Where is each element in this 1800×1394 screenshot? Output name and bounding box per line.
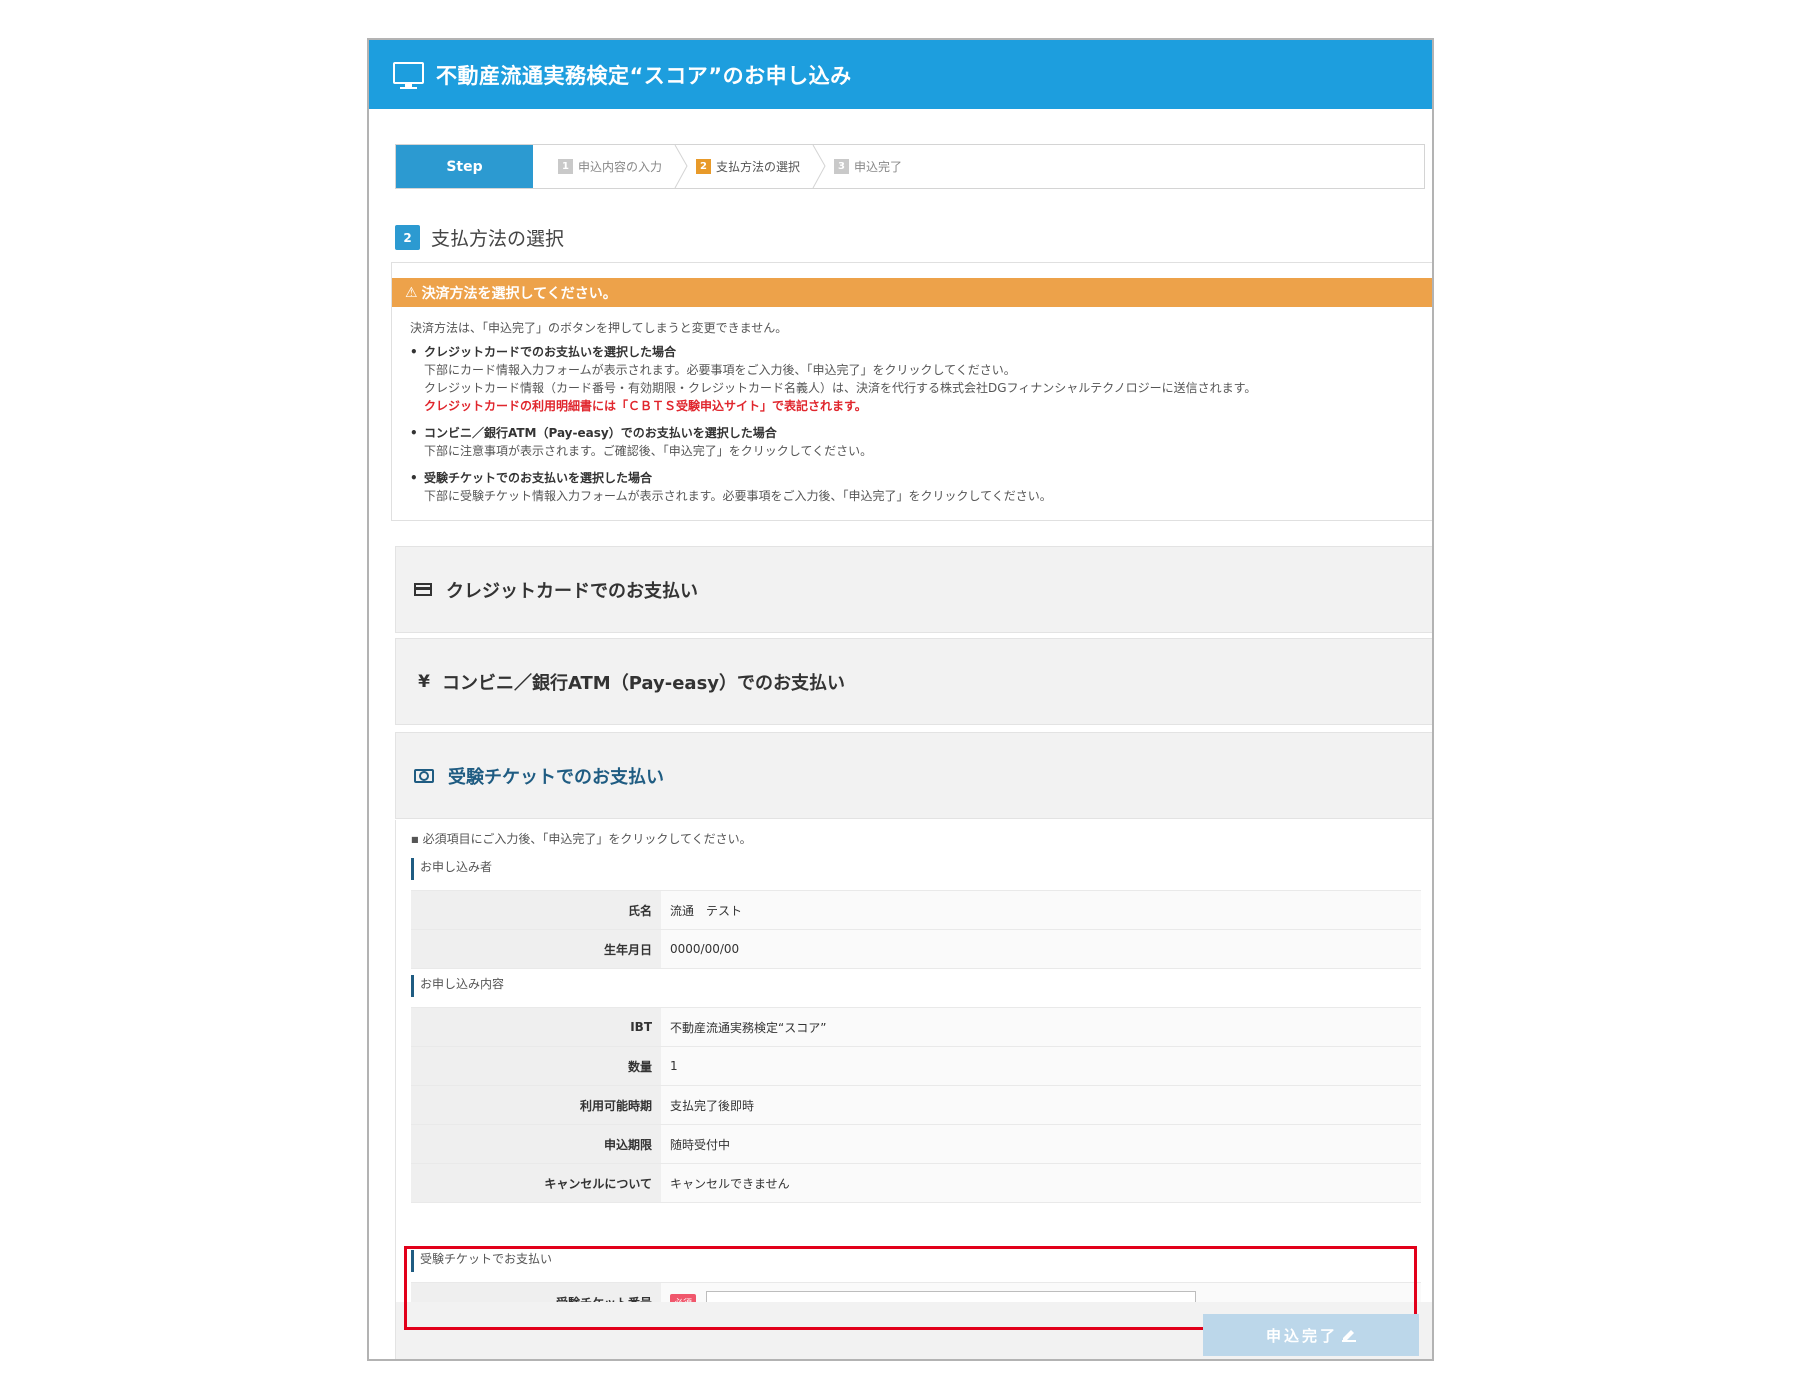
notice-item-credit: クレジットカードでのお支払いを選択した場合 下部にカード情報入力フォームが表示さ… bbox=[410, 343, 1420, 415]
payment-option-conv[interactable]: ¥ コンビニ／銀行ATM（Pay-easy）でのお支払い bbox=[395, 638, 1432, 725]
table-row: 利用可能時期 支払完了後即時 bbox=[411, 1085, 1421, 1125]
warning-bar: ⚠ 決済方法を選択してください。 bbox=[392, 278, 1432, 307]
table-row: 数量 1 bbox=[411, 1046, 1421, 1086]
step-indicator: Step 1 申込内容の入力 2 支払方法の選択 3 申込完了 bbox=[395, 144, 1425, 189]
notice-item-ticket: 受験チケットでのお支払いを選択した場合 下部に受験チケット情報入力フォームが表示… bbox=[410, 469, 1420, 505]
yen-icon: ¥ bbox=[418, 671, 430, 692]
chevron-right-icon bbox=[674, 145, 688, 188]
applicant-table: 氏名 流通 テスト 生年月日 0000/00/00 bbox=[411, 890, 1421, 969]
content-heading: お申し込み内容 bbox=[411, 975, 504, 997]
table-row: IBT 不動産流通実務検定“スコア” bbox=[411, 1007, 1421, 1047]
payment-option-credit[interactable]: クレジットカードでのお支払い bbox=[395, 546, 1432, 633]
edit-icon bbox=[1342, 1330, 1356, 1342]
credit-card-icon bbox=[414, 583, 432, 596]
payment-option-ticket[interactable]: 受験チケットでのお支払い bbox=[395, 732, 1432, 819]
page-title: 不動産流通実務検定“スコア”のお申し込み bbox=[436, 63, 852, 88]
form-instruction: 必須項目にご入力後、「申込完了」をクリックしてください。 bbox=[411, 830, 752, 847]
step-label: Step bbox=[396, 145, 533, 188]
applicant-heading: お申し込み者 bbox=[411, 858, 492, 880]
application-window: 不動産流通実務検定“スコア”のお申し込み Step 1 申込内容の入力 2 支払… bbox=[367, 38, 1434, 1361]
section-number-badge: 2 bbox=[395, 225, 420, 250]
monitor-icon bbox=[393, 61, 424, 89]
section-title: 2 支払方法の選択 bbox=[395, 224, 564, 251]
notice-item-conv: コンビニ／銀行ATM（Pay-easy）でのお支払いを選択した場合 下部に注意事… bbox=[410, 424, 1420, 460]
step-2: 2 支払方法の選択 bbox=[688, 145, 826, 188]
step-1: 1 申込内容の入力 bbox=[533, 145, 688, 188]
warning-icon: ⚠ bbox=[405, 284, 418, 301]
table-row: 生年月日 0000/00/00 bbox=[411, 929, 1421, 969]
chevron-right-icon bbox=[812, 145, 826, 188]
ticket-icon bbox=[414, 768, 434, 783]
content-table: IBT 不動産流通実務検定“スコア” 数量 1 利用可能時期 支払完了後即時 申… bbox=[411, 1007, 1421, 1203]
table-row: 申込期限 随時受付中 bbox=[411, 1124, 1421, 1164]
payment-notice: ⚠ 決済方法を選択してください。 決済方法は、「申込完了」のボタンを押してしまう… bbox=[391, 262, 1432, 521]
table-row: 氏名 流通 テスト bbox=[411, 890, 1421, 930]
submit-button[interactable]: 申込完了 bbox=[1203, 1314, 1419, 1356]
page-header: 不動産流通実務検定“スコア”のお申し込み bbox=[369, 40, 1432, 109]
step-3: 3 申込完了 bbox=[826, 145, 902, 188]
table-row: キャンセルについて キャンセルできません bbox=[411, 1163, 1421, 1203]
notice-body: 決済方法は、「申込完了」のボタンを押してしまうと変更できません。 クレジットカー… bbox=[410, 319, 1420, 514]
